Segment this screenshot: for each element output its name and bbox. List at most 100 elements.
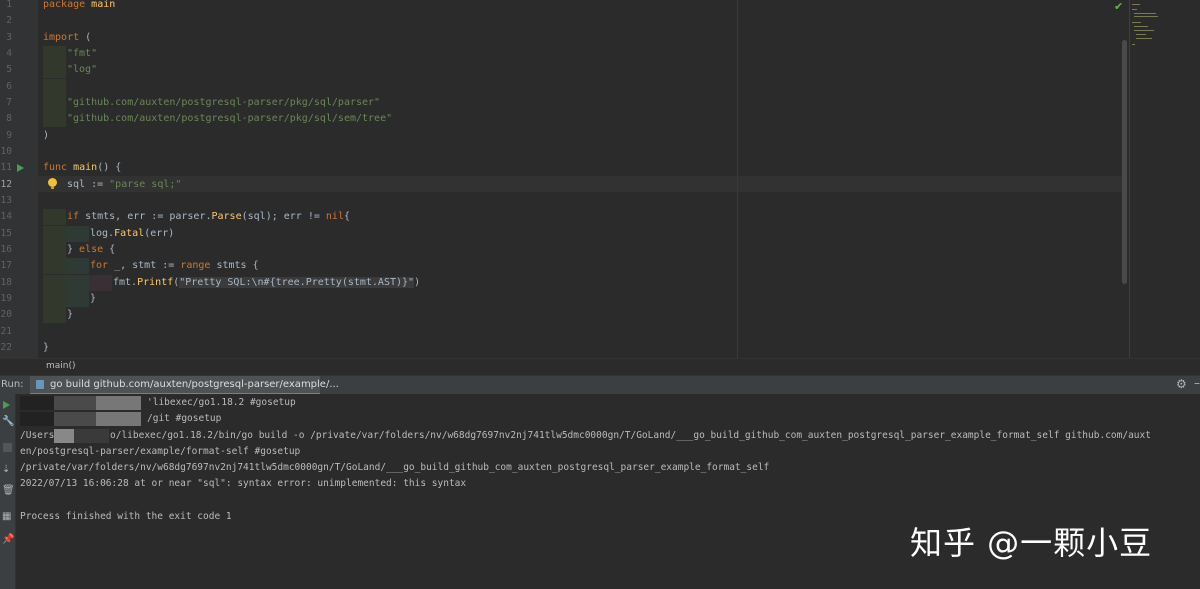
run-config-tab[interactable]: go build github.com/auxten/postgresql-pa… xyxy=(30,376,339,395)
layout-icon[interactable]: ▦ xyxy=(2,511,11,522)
pin-icon[interactable]: 📌 xyxy=(2,534,14,545)
code-line: if stmts, err := parser.Parse(sql); err … xyxy=(67,209,350,225)
indent-guide xyxy=(43,226,66,242)
minimap-line xyxy=(1132,44,1135,45)
indent-guide xyxy=(43,291,66,307)
line-number: 6 xyxy=(6,81,12,92)
gear-icon[interactable]: ⚙ xyxy=(1176,377,1187,391)
keyword: package xyxy=(43,0,86,10)
lightbulb-icon[interactable] xyxy=(48,178,57,189)
keyword: else xyxy=(79,244,104,255)
code-text: fmt. xyxy=(113,277,138,288)
stop-icon[interactable] xyxy=(3,443,12,452)
code-text: ) xyxy=(43,130,50,141)
code-line: sql := "parse sql;" xyxy=(67,177,181,193)
line-number: 18 xyxy=(0,277,12,288)
code-text: stmts { xyxy=(210,260,259,271)
code-text: _, stmt := xyxy=(108,260,181,271)
minimap-line xyxy=(1134,13,1156,14)
run-tab-title: go build github.com/auxten/postgresql-pa… xyxy=(50,379,339,390)
indent-guide xyxy=(89,275,112,291)
function-name: Printf xyxy=(137,277,174,288)
console-line: /Users xyxy=(20,430,55,441)
keyword: for xyxy=(90,260,109,271)
indent-guide xyxy=(43,111,66,127)
line-gutter[interactable]: 1 2 3 4 5 6 7 8 9 10 11 12 13 14 15 16 1… xyxy=(0,0,38,358)
line-number: 9 xyxy=(6,130,12,141)
indent-guide xyxy=(66,226,89,242)
string-literal: "log" xyxy=(67,64,98,75)
indent-guide xyxy=(66,258,89,274)
code-text: } xyxy=(90,293,97,304)
code-line: } xyxy=(43,340,49,356)
minimap-line xyxy=(1132,9,1137,10)
code-text: } xyxy=(43,342,50,353)
line-number: 13 xyxy=(0,195,12,206)
console-line: /git #gosetup xyxy=(147,413,222,424)
redacted-block xyxy=(96,412,141,426)
keyword: range xyxy=(180,260,211,271)
run-label: Run: xyxy=(1,379,24,390)
line-number: 8 xyxy=(6,113,12,124)
wrench-icon[interactable]: 🔧 xyxy=(2,416,14,427)
line-number: 22 xyxy=(0,342,12,353)
minimap-line xyxy=(1132,4,1140,5)
minimap-line xyxy=(1136,38,1152,39)
indent-guide xyxy=(43,258,66,274)
keyword: func xyxy=(43,162,68,173)
code-line: log.Fatal(err) xyxy=(90,226,174,242)
current-line-highlight xyxy=(38,176,1122,192)
indent-guide xyxy=(43,62,66,78)
console-line: Process finished with the exit code 1 xyxy=(20,511,232,522)
string-literal: "parse sql;" xyxy=(109,179,182,190)
code-line: import ( xyxy=(43,30,91,46)
indent-guide xyxy=(43,46,66,62)
minimap-separator xyxy=(1129,0,1130,358)
code-line: func main() { xyxy=(43,160,121,176)
hide-panel-icon[interactable]: – xyxy=(1194,376,1200,390)
code-text: sql := xyxy=(67,179,110,190)
line-number: 3 xyxy=(6,32,12,43)
function-name: Parse xyxy=(211,211,242,222)
code-text: { xyxy=(103,244,116,255)
code-text: (sql); err != xyxy=(241,211,326,222)
code-line: package main xyxy=(43,0,115,13)
line-number: 2 xyxy=(6,15,12,26)
code-line: ) xyxy=(43,128,49,144)
code-line: "log" xyxy=(67,62,97,78)
string-literal: "fmt" xyxy=(67,48,98,59)
inspection-ok-icon[interactable]: ✔ xyxy=(1114,0,1123,13)
editor-scrollbar[interactable] xyxy=(1122,40,1127,284)
right-margin-guide xyxy=(737,0,738,358)
code-editor[interactable]: 1 2 3 4 5 6 7 8 9 10 11 12 13 14 15 16 1… xyxy=(0,0,1200,375)
code-line: for _, stmt := range stmts { xyxy=(90,258,259,274)
trash-icon[interactable]: 🗑 xyxy=(2,485,15,496)
indent-guide xyxy=(43,209,66,225)
line-number: 5 xyxy=(6,64,12,75)
run-main-icon[interactable] xyxy=(17,164,24,172)
line-number: 19 xyxy=(0,293,12,304)
string-literal: "github.com/auxten/postgresql-parser/pkg… xyxy=(67,113,393,124)
minimap-line xyxy=(1136,34,1146,35)
code-text: ( xyxy=(79,32,92,43)
code-line: "fmt" xyxy=(67,46,97,62)
indent-guide xyxy=(43,79,66,95)
line-number: 12 xyxy=(0,179,12,190)
minimap-line xyxy=(1132,22,1141,23)
code-text: (err) xyxy=(144,228,175,239)
rerun-icon[interactable] xyxy=(3,401,10,409)
line-number: 15 xyxy=(0,228,12,239)
console-line: /private/var/folders/nv/w68dg7697nv2nj74… xyxy=(20,462,770,473)
scroll-icon[interactable]: ⇣ xyxy=(2,464,10,475)
package-name: main xyxy=(85,0,116,10)
code-line: } xyxy=(90,291,96,307)
breadcrumb[interactable]: main() xyxy=(46,361,76,371)
redacted-block xyxy=(74,429,109,443)
redacted-block xyxy=(96,396,141,410)
console-line: o/libexec/go1.18.2/bin/go build -o /priv… xyxy=(110,430,1151,441)
indent-guide xyxy=(43,242,66,258)
code-line: "github.com/auxten/postgresql-parser/pkg… xyxy=(67,95,380,111)
code-text: ) xyxy=(414,277,421,288)
code-line: fmt.Printf("Pretty SQL:\n#{tree.Pretty(s… xyxy=(113,275,420,291)
watermark: 知乎 @一颗小豆 xyxy=(910,524,1153,562)
